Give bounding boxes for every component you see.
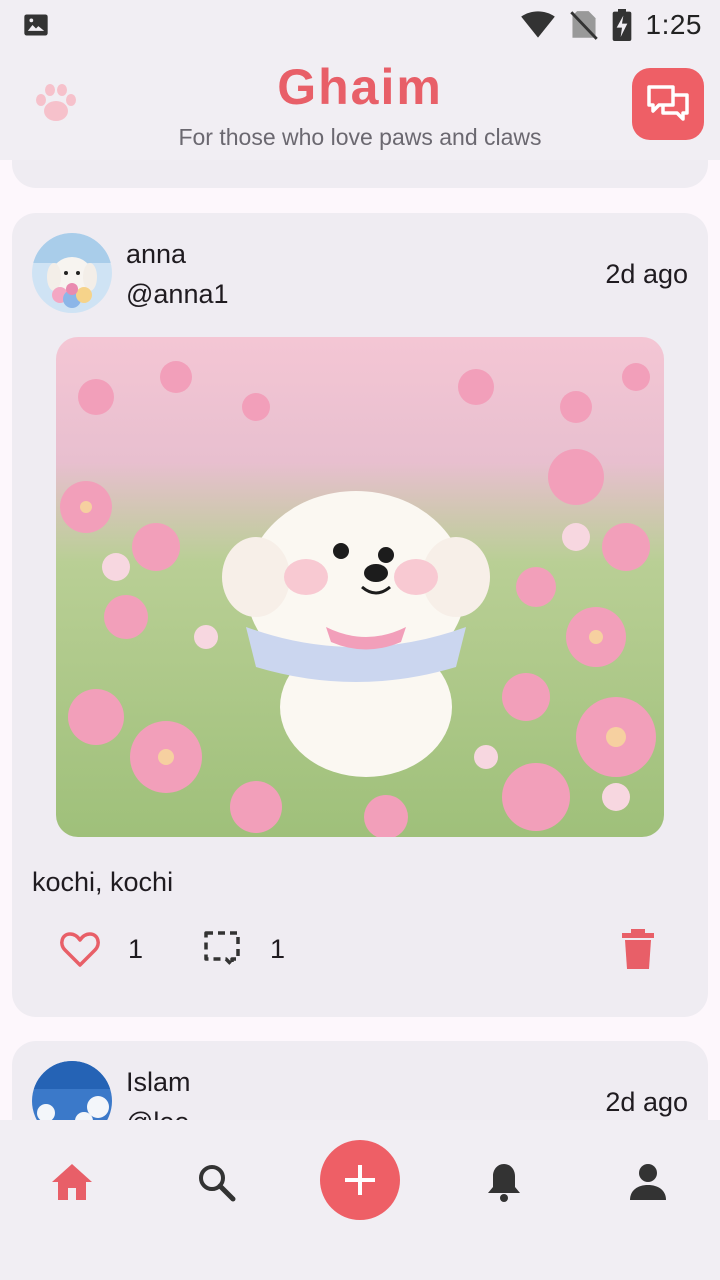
home-icon <box>52 1164 92 1200</box>
user-handle: @lee <box>126 1107 189 1120</box>
comment-count: 1 <box>270 934 286 964</box>
app-header: Ghaim For those who love paws and claws <box>0 50 720 160</box>
nav-profile[interactable] <box>624 1158 672 1206</box>
search-icon <box>199 1165 236 1202</box>
like-button[interactable] <box>58 927 102 971</box>
post-time: 2d ago <box>605 1087 688 1117</box>
trash-icon <box>622 929 654 969</box>
bell-icon <box>488 1164 520 1202</box>
post-caption: kochi, kochi <box>32 867 174 897</box>
post-card <box>12 160 708 188</box>
nav-notifications[interactable] <box>480 1158 528 1206</box>
profile-icon <box>630 1164 666 1200</box>
comment-button[interactable] <box>200 927 244 971</box>
status-time: 1:25 <box>645 9 702 40</box>
chat-bubbles-icon <box>647 85 689 121</box>
comment-icon <box>204 931 240 967</box>
add-icon <box>345 1165 375 1195</box>
post-image[interactable] <box>56 337 664 837</box>
nav-search[interactable] <box>192 1158 240 1206</box>
avatar[interactable] <box>32 233 112 313</box>
user-handle: @anna1 <box>126 279 229 309</box>
post-feed[interactable]: anna @anna1 2d ago kochi, kochi 1 1 Isla… <box>0 160 720 1120</box>
wifi-icon <box>520 11 555 38</box>
gallery-notification-icon <box>24 14 48 36</box>
nav-add-post-button[interactable] <box>320 1140 400 1220</box>
app-title: Ghaim <box>277 59 443 115</box>
heart-icon <box>60 932 100 967</box>
bottom-navigation <box>0 1120 720 1280</box>
messages-button[interactable] <box>632 68 704 140</box>
battery-charging-icon <box>612 9 631 41</box>
user-name[interactable]: Islam <box>126 1067 191 1098</box>
like-count: 1 <box>128 934 144 964</box>
app-subtitle: For those who love paws and claws <box>178 124 542 150</box>
post-card: anna @anna1 2d ago kochi, kochi 1 1 <box>12 213 708 1017</box>
post-card: Islam @lee 2d ago <box>12 1041 708 1120</box>
user-name[interactable]: anna <box>126 239 186 270</box>
nav-home[interactable] <box>48 1158 96 1206</box>
delete-button[interactable] <box>618 927 658 971</box>
status-bar: 1:25 <box>0 0 720 50</box>
no-sim-icon <box>569 11 598 40</box>
status-icons: 1:25 <box>520 9 703 41</box>
avatar[interactable] <box>32 1061 112 1120</box>
post-time: 2d ago <box>605 259 688 289</box>
